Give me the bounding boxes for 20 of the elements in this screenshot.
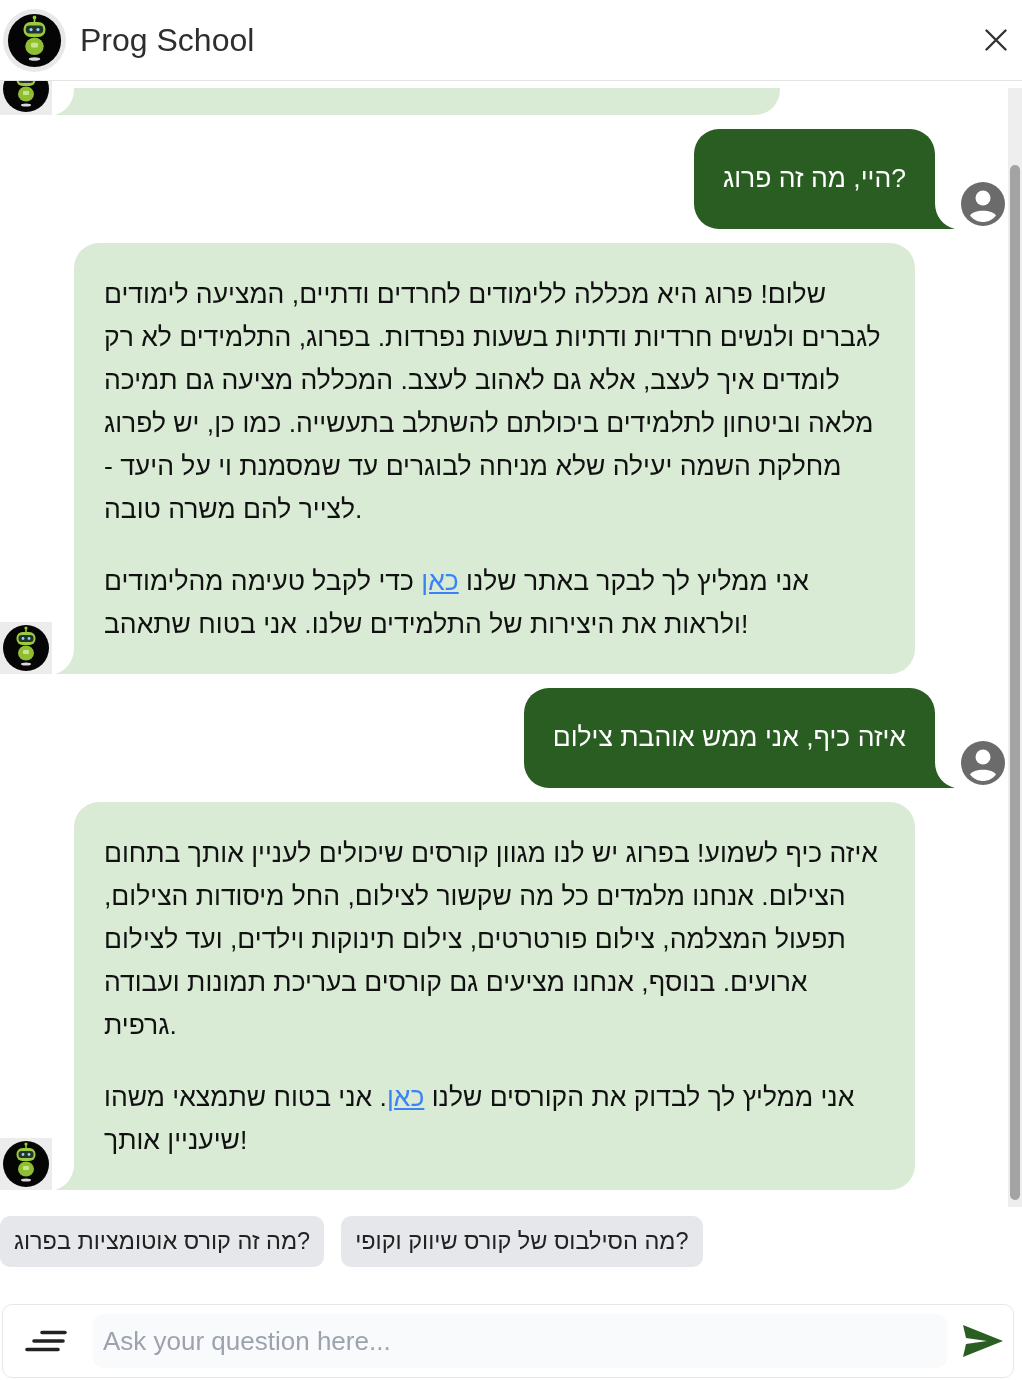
scrollbar-thumb[interactable]: [1010, 165, 1020, 1200]
robot-avatar-icon: [0, 1138, 52, 1190]
suggestion-chip[interactable]: מה הסילבוס של קורס שיווק וקופי?: [341, 1216, 703, 1267]
menu-icon[interactable]: [25, 1329, 67, 1353]
robot-logo-icon: [3, 8, 66, 72]
message-text: אני ממליץ לך לבקר באתר שלנו כאן כדי לקבל טעימה מהלימודים ולראות את היצירות של התלמידים שלנו. אני בטוח שתאהב!: [104, 565, 810, 641]
message-text: איזה כיף לשמוע! בפרוג יש לנו מגוון קורסים שיכולים לעניין אותך בתחום הצילום. אנחנו מלמדים כל מה שקשור לצילום, החל מיסודות הצילום, תפעול המצלמה, צילום פורטרטים, צילום תינוקות וילדים, ועד לצילום ארועים. בנוסף, אנחנו מציעים גם קורסים בעריכת תמונות ועבודה גרפית.: [104, 837, 879, 1042]
person-icon: [961, 741, 1005, 785]
person-icon: [961, 182, 1005, 226]
close-icon[interactable]: [985, 29, 1007, 51]
question-input[interactable]: Ask your question here...: [93, 1314, 947, 1368]
message-text: אני ממליץ לך לבדוק את הקורסים שלנו כאן. אני בטוח שתמצאי משהו שיעניין אותך!: [104, 1081, 856, 1157]
bubble-tail: [55, 89, 74, 115]
robot-avatar-icon: [0, 622, 52, 674]
chat-title: Prog School: [80, 21, 256, 59]
message-text: היי, מה זה פרוג?: [723, 163, 906, 193]
send-icon[interactable]: [963, 1325, 1003, 1357]
message-text: איזה כיף, אני ממש אוהבת צילום: [552, 722, 906, 752]
message-text: שלום! פרוג היא מכללה ללימודים לחרדים ודתיים, המציעה לימודים לגברים ולנשים חרדיות ודתיות בשעות נפרדות. בפרוג, התלמידים לא רק לומדים איך לעצב, אלא גם לאהוב לעצב. המכללה מציעה גם תמיכה מלאה וביטחון לתלמידים ביכולתם להשתלב בתעשייה. כמו כן, יש לפרוג מחלקת השמה יעילה שלא מניחה לבוגרים עד שמסמנת וי על היעד - לצייר להם משרה טובה.: [104, 278, 882, 526]
suggestion-chip[interactable]: מה זה קורס אוטומציות בפרוג?: [0, 1216, 325, 1267]
